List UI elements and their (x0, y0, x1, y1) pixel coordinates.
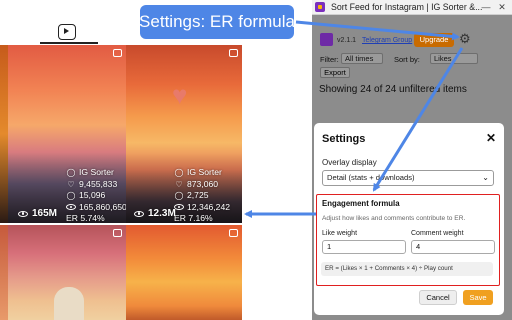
er-formula-preview: ER = (Likes × 1 + Comments × 4) ÷ Play c… (321, 262, 493, 276)
tile-views-count: 165M (32, 208, 58, 219)
tile-source: IG Sorter (79, 167, 114, 177)
overlay-display-value: Detail (stats + downloads) (327, 173, 415, 182)
reel-tile[interactable] (126, 225, 242, 320)
reel-type-icon (229, 229, 238, 237)
save-button[interactable]: Save (463, 290, 493, 305)
close-icon[interactable]: ✕ (486, 131, 496, 145)
comment-icon: ◯ (66, 191, 76, 200)
reels-tab-icon[interactable] (58, 24, 76, 40)
plays-icon (66, 204, 76, 211)
reel-type-icon (229, 49, 238, 57)
tile-views: 12.3M (134, 208, 176, 219)
engagement-formula-description: Adjust how likes and comments contribute… (322, 215, 466, 222)
user-icon: ◯ (174, 168, 184, 177)
tile-likes: 9,455,833 (79, 178, 118, 189)
user-icon: ◯ (66, 168, 76, 177)
version-label: v2.1.1 (337, 37, 357, 44)
showing-count: Showing 24 of 24 unfiltered items (319, 84, 467, 95)
app-logo-icon (315, 2, 325, 12)
filter-select-value: All times (345, 54, 374, 63)
chevron-down-icon: ⌄ (482, 173, 489, 182)
eye-icon (134, 210, 144, 217)
tile-er: ER 5.74% (66, 213, 105, 223)
eye-icon (18, 210, 28, 217)
dog-subject (54, 287, 84, 320)
heart-icon: ♡ (175, 179, 183, 189)
reel-tile[interactable] (8, 225, 126, 320)
reels-tab-underline (40, 42, 98, 44)
overlay-display-select[interactable]: Detail (stats + downloads) ⌄ (322, 170, 494, 186)
modal-title: Settings (322, 133, 366, 145)
gear-icon[interactable]: ⚙ (459, 31, 471, 47)
tile-views: 165M (18, 208, 57, 219)
like-weight-label: Like weight (322, 230, 358, 237)
tile-comments: 15,096 (79, 190, 106, 200)
like-weight-input[interactable]: 1 (322, 240, 406, 254)
tile-comments: 2,725 (187, 190, 209, 200)
tile-stats: ◯ IG Sorter ♡ 873,060 ◯ 2,725 12,346,242 ER… (174, 167, 230, 223)
window-title: Sort Feed for Instagram | IG Sorter &... (331, 2, 483, 12)
sort-select-value: Likes (434, 54, 452, 63)
tile-source: IG Sorter (187, 167, 222, 177)
minimize-button[interactable]: — (480, 2, 492, 13)
left-edge-strip (0, 45, 8, 223)
left-edge-strip (0, 225, 8, 320)
callout-label: Settings: ER formula (139, 5, 295, 39)
window-titlebar: Sort Feed for Instagram | IG Sorter &...… (312, 0, 512, 15)
comment-weight-label: Comment weight (411, 230, 464, 237)
cancel-button[interactable]: Cancel (419, 290, 457, 305)
reel-type-icon (113, 229, 122, 237)
instagram-feed: ◯ IG Sorter ♡ 9,455,833 ◯ 15,096 165,860,65… (0, 0, 312, 320)
overlay-display-label: Overlay display (322, 158, 377, 167)
heart-cloud: ♥ (172, 80, 188, 110)
tile-views-count: 12.3M (148, 208, 176, 219)
engagement-formula-section: Engagement formula Adjust how likes and … (316, 194, 500, 286)
filter-label: Filter: (320, 55, 339, 64)
tile-stats: ◯ IG Sorter ♡ 9,455,833 ◯ 15,096 165,860,65… (66, 167, 126, 223)
reel-tile[interactable]: ♥ ◯ IG Sorter ♡ 873,060 ◯ 2,725 12,346,242 … (126, 45, 242, 223)
tile-likes: 873,060 (187, 178, 219, 189)
tile-plays: 12,346,242 (187, 201, 231, 212)
reel-type-icon (113, 49, 122, 57)
reel-tile[interactable]: ◯ IG Sorter ♡ 9,455,833 ◯ 15,096 165,860,65… (8, 45, 126, 223)
filter-select[interactable]: All times (341, 53, 383, 64)
telegram-link[interactable]: Telegram Group (362, 37, 412, 44)
comment-weight-input[interactable]: 4 (411, 240, 495, 254)
upgrade-button[interactable]: Upgrade (414, 33, 454, 47)
sort-label: Sort by: (394, 55, 420, 64)
export-button[interactable]: Export (320, 67, 350, 78)
heart-icon: ♡ (67, 179, 75, 189)
sort-select[interactable]: Likes (430, 53, 478, 64)
engagement-formula-title: Engagement formula (322, 199, 400, 208)
tile-er: ER 7.16% (174, 213, 213, 223)
comment-icon: ◯ (174, 191, 184, 200)
screenshot-root: ◯ IG Sorter ♡ 9,455,833 ◯ 15,096 165,860,65… (0, 0, 512, 320)
extension-logo-icon (320, 33, 333, 46)
close-window-button[interactable]: ✕ (496, 2, 508, 13)
tile-plays: 165,860,650 (79, 201, 126, 212)
